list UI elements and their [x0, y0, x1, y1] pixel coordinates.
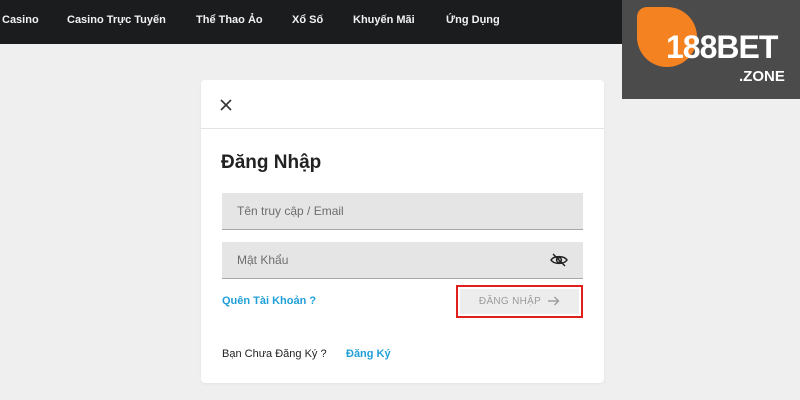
brand-logo-domain: .ZONE [739, 68, 785, 85]
forgot-account-link[interactable]: Quên Tài Khoản ? [222, 295, 316, 307]
nav-item-casino[interactable]: Casino [2, 14, 39, 26]
nav-item-virtual-sports[interactable]: Thể Thao Ảo [196, 14, 263, 26]
modal-header [201, 80, 604, 129]
nav-item-promotions[interactable]: Khuyến Mãi [353, 14, 415, 26]
login-button-label: ĐĂNG NHẬP [478, 296, 542, 307]
login-button[interactable]: ĐĂNG NHẬP [460, 289, 579, 314]
not-registered-text: Bạn Chưa Đăng Ký ? [222, 348, 327, 360]
password-input[interactable] [222, 242, 583, 279]
page-title: Đăng Nhập [221, 152, 322, 173]
nav-item-online-casino[interactable]: Casino Trực Tuyến [67, 14, 166, 26]
arrow-right-icon [547, 294, 560, 309]
close-icon[interactable] [216, 95, 236, 115]
nav-item-lottery[interactable]: Xổ Số [292, 14, 323, 26]
eye-slash-icon[interactable] [549, 252, 569, 268]
brand-logo: 188BET [666, 29, 778, 65]
username-input[interactable] [222, 193, 583, 230]
login-modal: Đăng Nhập Quên Tài Khoản ? ĐĂNG NHẬP Bạn… [201, 80, 604, 383]
nav-item-app[interactable]: Ứng Dụng [446, 14, 500, 26]
register-link[interactable]: Đăng Ký [346, 348, 391, 360]
